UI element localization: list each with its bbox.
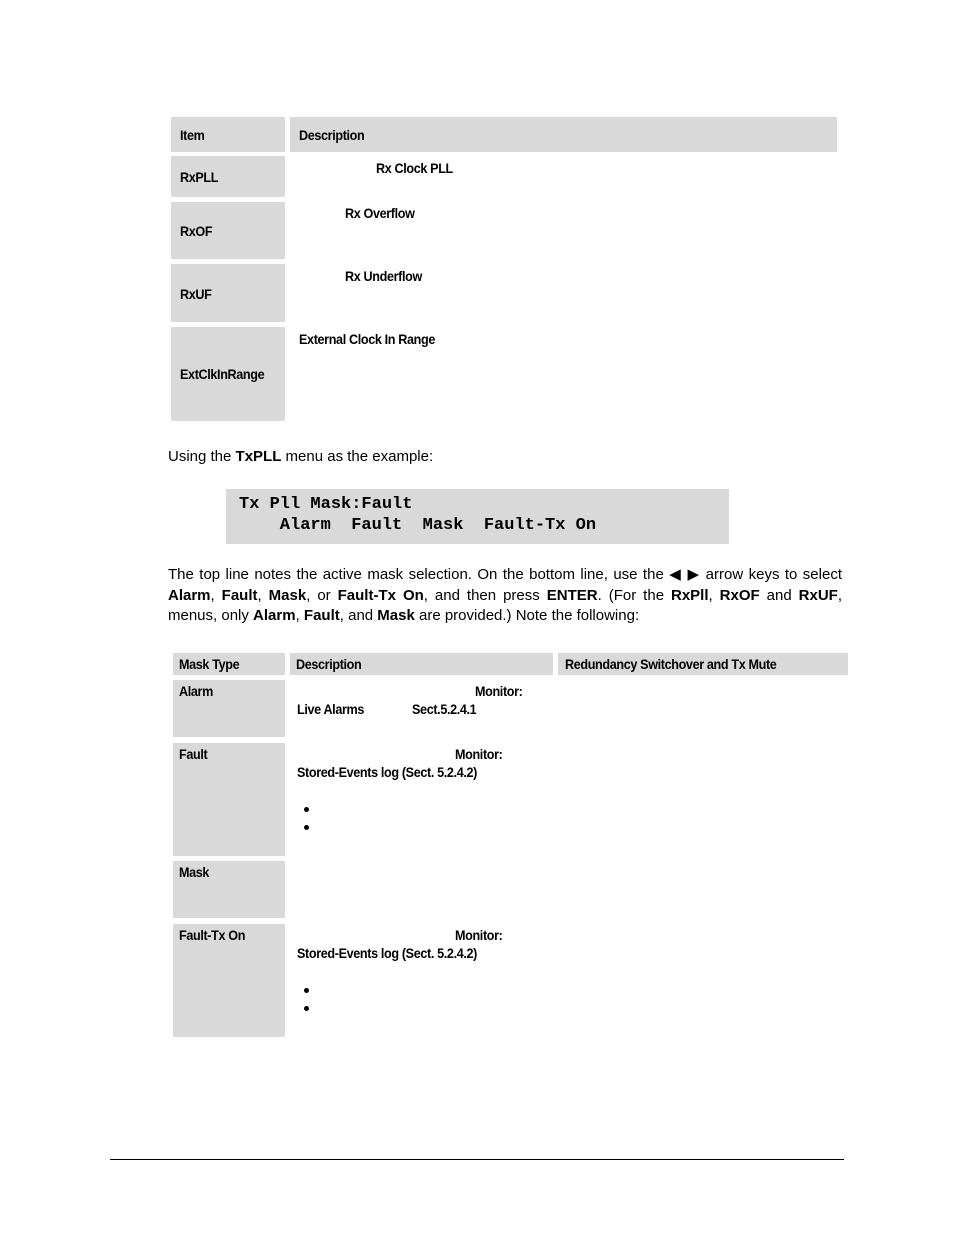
paragraph-text: , — [210, 586, 222, 604]
header-item: Item — [180, 127, 205, 143]
table-row-mask-type: Fault — [173, 743, 285, 856]
item-description: Rx Overflow — [345, 205, 415, 221]
header-description: Description — [296, 656, 362, 672]
mask-type-label: Fault — [179, 746, 208, 762]
bullet-icon — [304, 988, 309, 993]
table-row-mask-type: Mask — [173, 861, 285, 918]
table-row-mask-type: Alarm — [173, 680, 285, 737]
right-arrow-icon: ▶ — [687, 566, 701, 583]
mask-type-label: Fault-Tx On — [179, 927, 246, 943]
paragraph-text: arrow keys to select — [700, 566, 842, 583]
monitor-label: Monitor: — [475, 683, 523, 699]
emphasized-term: Mask — [268, 586, 307, 604]
item-description: Rx Underflow — [345, 268, 422, 284]
mask-type-label: Mask — [179, 864, 210, 880]
header-mask-type-cell: Mask Type — [173, 653, 285, 675]
paragraph-text: . (For the — [597, 586, 671, 604]
intro-text: Using the TxPLL menu as the example: — [168, 447, 433, 468]
emphasized-term: Fault — [303, 607, 340, 624]
reference-stored-events: Stored-Events log (Sect. 5.2.4.2) — [297, 764, 477, 780]
paragraph-text: , and then press — [423, 586, 547, 604]
item-label: RxUF — [180, 286, 212, 302]
mask-type-label: Alarm — [179, 683, 213, 699]
emphasized-term: Alarm — [168, 586, 211, 604]
header-item-cell: Item — [171, 117, 285, 152]
intro-prefix: Using the — [168, 448, 236, 465]
footer-divider — [110, 1159, 844, 1160]
intro-suffix: menu as the example: — [281, 448, 434, 465]
left-arrow-icon: ◀ — [669, 566, 683, 583]
table-row-item: RxOF — [171, 202, 285, 259]
emphasized-term: ENTER — [546, 586, 598, 604]
emphasized-term: RxPll — [671, 586, 709, 604]
emphasized-term: RxOF — [719, 586, 760, 604]
instruction-paragraph: The top line notes the active mask selec… — [168, 565, 842, 627]
reference-section: Sect.5.2.4.1 — [412, 701, 477, 717]
lcd-line-1: Tx Pll Mask:Fault — [239, 495, 413, 514]
table-row-item: RxPLL — [171, 156, 285, 197]
item-label: RxOF — [180, 223, 213, 239]
reference-stored-events: Stored-Events log (Sect. 5.2.4.2) — [297, 945, 477, 961]
intro-menu-name: TxPLL — [235, 448, 282, 465]
header-description-cell: Description — [290, 117, 837, 152]
header-mask-type: Mask Type — [179, 656, 240, 672]
header-description: Description — [299, 127, 365, 143]
item-description: External Clock In Range — [299, 331, 435, 347]
lcd-display: Tx Pll Mask:Fault Alarm Fault Mask Fault… — [226, 489, 729, 544]
paragraph-text: , — [708, 586, 720, 604]
bullet-icon — [304, 825, 309, 830]
table-row-mask-type: Fault-Tx On — [173, 924, 285, 1037]
header-redundancy-cell: Redundancy Switchover and Tx Mute — [558, 653, 848, 675]
table-row-item: RxUF — [171, 264, 285, 322]
lcd-line-2: Alarm Fault Mask Fault-Tx On — [239, 516, 597, 535]
emphasized-term: Mask — [377, 607, 415, 624]
emphasized-term: Fault — [221, 586, 258, 604]
table-row-item: ExtClkInRange — [171, 327, 285, 421]
bullet-icon — [304, 1006, 309, 1011]
paragraph-text: , — [257, 586, 269, 604]
paragraph-text: , — [295, 607, 304, 624]
item-description: Rx Clock PLL — [376, 160, 453, 176]
item-label: RxPLL — [180, 169, 219, 185]
paragraph-text: , and — [339, 607, 378, 624]
bullet-icon — [304, 807, 309, 812]
emphasized-term: RxUF — [798, 586, 838, 604]
monitor-label: Monitor: — [455, 927, 503, 943]
emphasized-term: Fault-Tx On — [337, 586, 424, 604]
paragraph-text: are provided.) Note the following: — [414, 607, 640, 624]
emphasized-term: Alarm — [253, 607, 296, 624]
monitor-label: Monitor: — [455, 746, 503, 762]
header-redundancy: Redundancy Switchover and Tx Mute — [565, 656, 777, 672]
reference-live-alarms: Live Alarms — [297, 701, 365, 717]
paragraph-text: , or — [306, 586, 338, 604]
paragraph-text: The top line notes the active mask selec… — [168, 566, 670, 583]
paragraph-text: and — [759, 586, 799, 604]
item-label: ExtClkInRange — [180, 366, 265, 382]
header-description-cell: Description — [290, 653, 553, 675]
